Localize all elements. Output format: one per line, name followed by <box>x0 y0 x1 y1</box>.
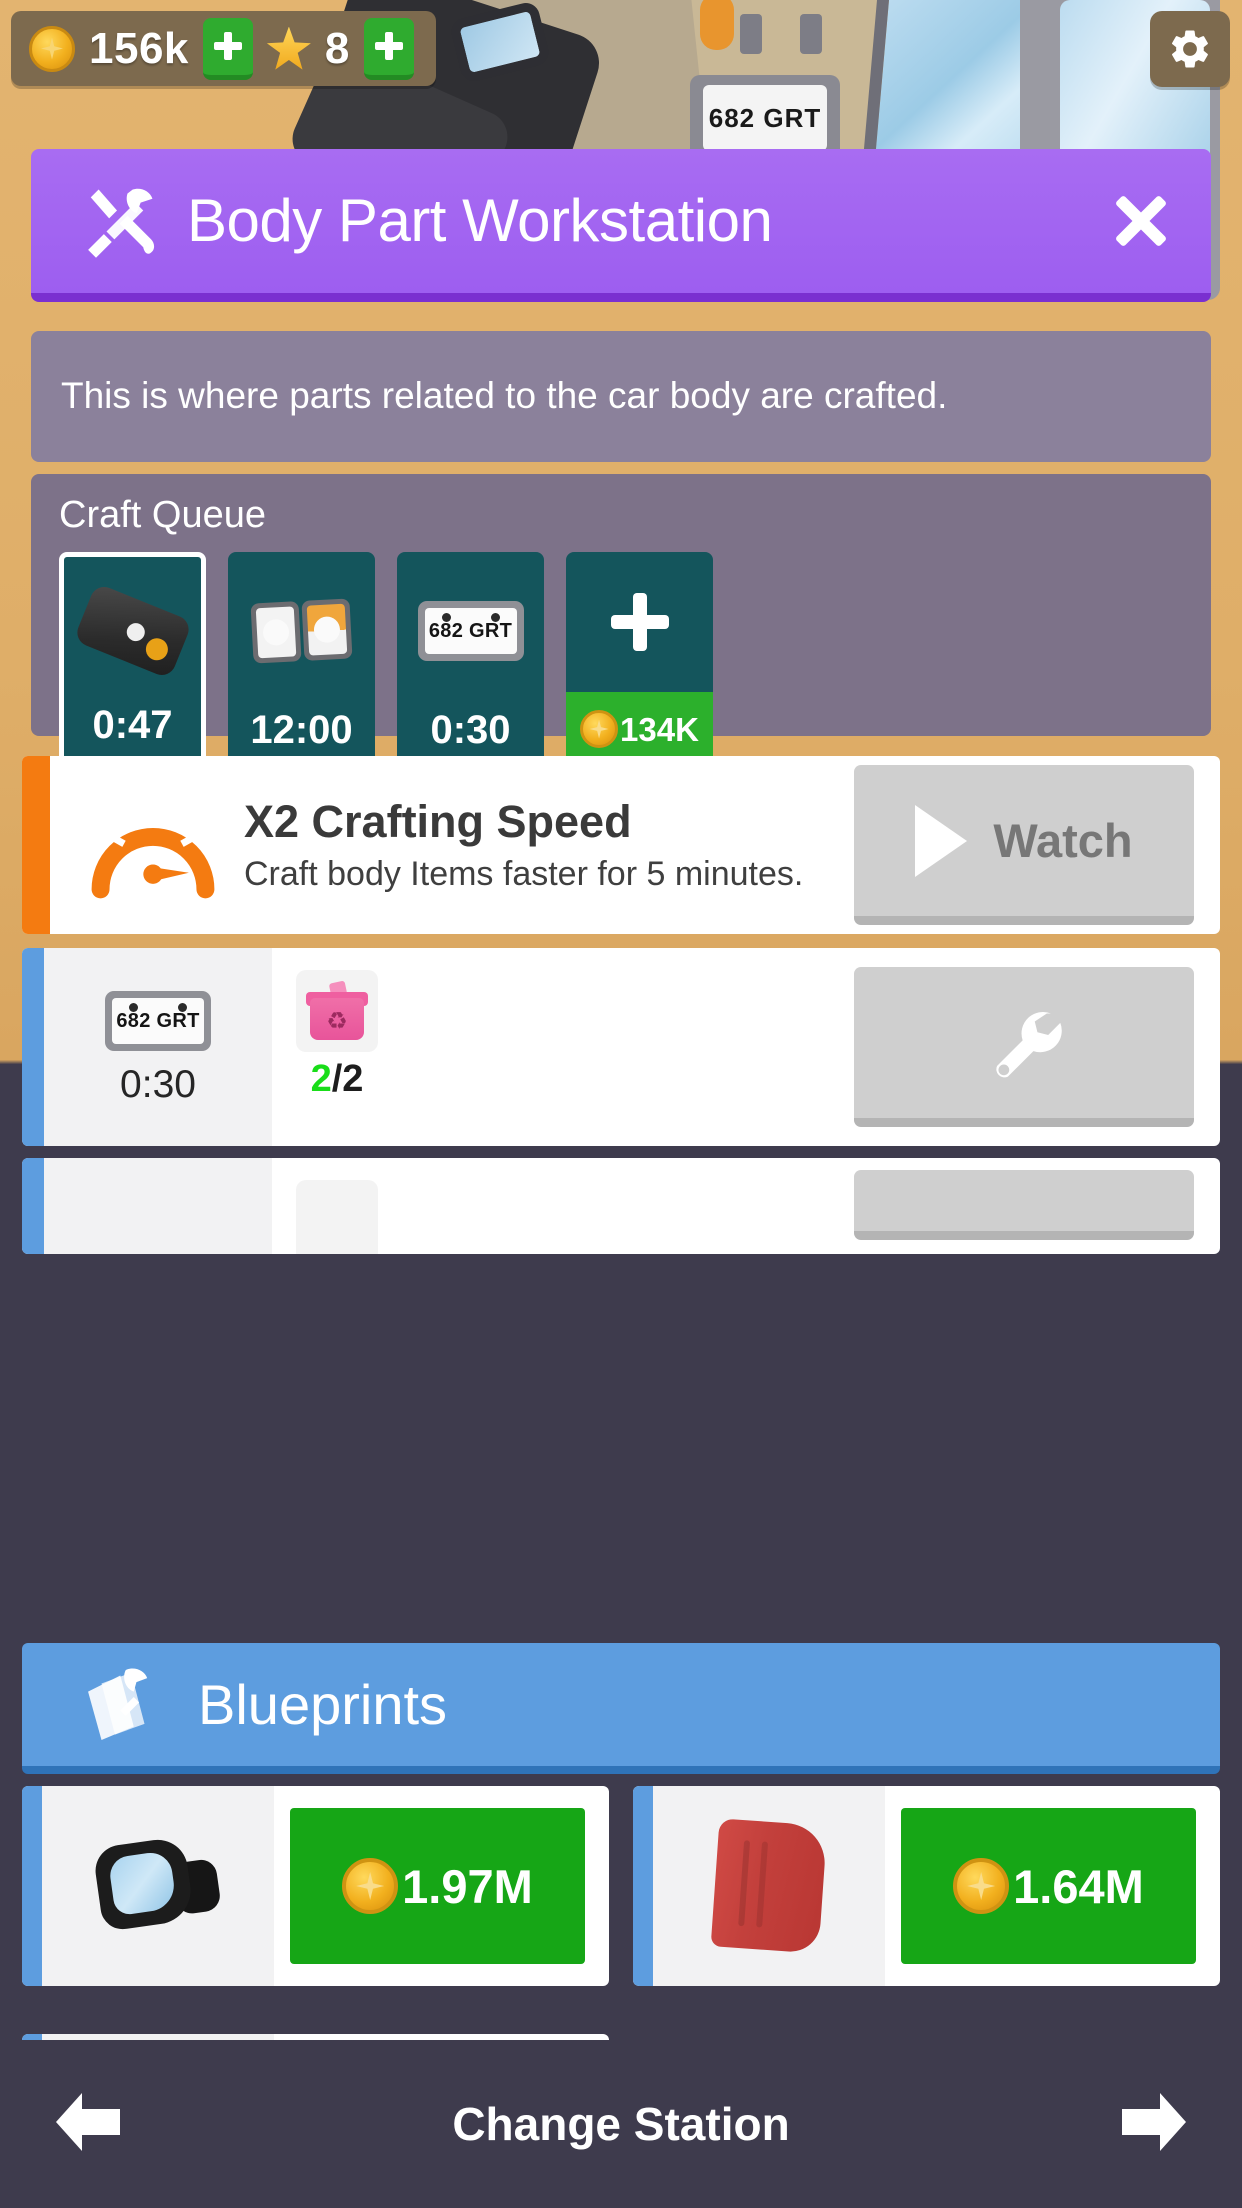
blueprint-accent-bar <box>633 1786 653 1986</box>
headlights-icon <box>228 552 375 710</box>
material: ♻ 2/2 <box>296 970 378 1098</box>
coin-icon <box>580 710 619 748</box>
speedometer-icon <box>84 790 222 900</box>
material-icon <box>296 1180 378 1254</box>
bg-bolt <box>800 14 822 54</box>
blueprint-accent-bar <box>22 1786 42 1986</box>
recipe-item <box>44 1158 272 1254</box>
material-count: 2/2 <box>311 1060 364 1098</box>
coin-amount: 156k <box>89 23 189 73</box>
change-station-label: Change Station <box>452 2098 790 2150</box>
previous-station-button[interactable] <box>32 2069 142 2179</box>
workstation-modal: Body Part Workstation This is where part… <box>0 96 1242 2208</box>
description-panel: This is where parts related to the car b… <box>31 331 1211 462</box>
blueprint-price: 1.64M <box>1013 1859 1144 1913</box>
recipe-craft-time: 0:30 <box>120 1062 196 1106</box>
close-icon[interactable] <box>1101 181 1181 261</box>
description-text: This is where parts related to the car b… <box>61 375 948 417</box>
craft-queue-panel: Craft Queue 0:47 12:00 682 GRT 0:30 134K <box>31 474 1211 772</box>
plate-text: 682 GRT <box>424 608 517 654</box>
craft-queue-row: 0:47 12:00 682 GRT 0:30 134K <box>59 552 1183 772</box>
blueprint-card[interactable]: 1.97M <box>22 1786 609 1986</box>
gear-icon <box>1167 26 1213 72</box>
recipe-materials <box>272 1158 378 1254</box>
watch-ad-button[interactable]: Watch <box>854 765 1194 925</box>
blueprints-title: Blueprints <box>198 1672 448 1736</box>
bg-indicator-light <box>700 0 734 50</box>
wiper-blade-icon <box>64 557 201 705</box>
coin-icon <box>29 25 75 72</box>
material-separator: / <box>331 1058 343 1100</box>
coin-icon <box>342 1858 399 1914</box>
recipe-row[interactable] <box>22 1158 1220 1254</box>
craft-button[interactable] <box>854 1170 1194 1240</box>
boost-title: X2 Crafting Speed <box>244 795 632 847</box>
boost-text: X2 Crafting Speed Craft body Items faste… <box>244 797 854 894</box>
star-amount: 8 <box>324 23 350 73</box>
blueprints-header: Blueprints <box>22 1643 1220 1774</box>
settings-button[interactable] <box>1150 11 1230 87</box>
craft-queue-title: Craft Queue <box>59 494 266 536</box>
add-coins-button[interactable] <box>202 17 253 80</box>
panel-header: Body Part Workstation <box>31 149 1211 302</box>
currency-hud: 156k 8 <box>11 11 436 86</box>
blueprint-card[interactable]: 1.64M <box>633 1786 1220 1986</box>
queue-slot[interactable]: 682 GRT 0:30 <box>397 552 544 772</box>
add-queue-slot-button[interactable]: 134K <box>566 552 713 772</box>
star-icon <box>266 26 311 70</box>
craft-button[interactable] <box>854 967 1194 1127</box>
hammer-wrench-icon <box>75 179 159 263</box>
boost-subtitle: Craft body Items faster for 5 minutes. <box>244 855 804 894</box>
recipe-accent-bar <box>22 1158 44 1254</box>
next-station-button[interactable] <box>1100 2069 1210 2179</box>
blueprint-price: 1.97M <box>402 1859 533 1913</box>
queue-slot[interactable]: 0:47 <box>59 552 206 772</box>
watch-button-label: Watch <box>993 814 1133 867</box>
plate-text: 682 GRT <box>112 997 204 1044</box>
recipe-row[interactable]: 682 GRT 0:30 ♻ 2/2 <box>22 948 1220 1146</box>
add-stars-button[interactable] <box>363 17 414 80</box>
boost-card: X2 Crafting Speed Craft body Items faste… <box>22 756 1220 934</box>
bottom-nav-bar: Change Station <box>0 2040 1242 2208</box>
recipe-accent-bar <box>22 948 44 1146</box>
play-icon <box>915 804 968 877</box>
material-have: 2 <box>310 1058 332 1100</box>
blueprints-grid: 1.97M 1.64M <box>22 1786 1220 2016</box>
recipe-materials: ♻ 2/2 <box>272 948 378 1146</box>
boost-accent-bar <box>22 756 50 934</box>
recipe-item: 682 GRT 0:30 <box>44 948 272 1146</box>
scrap-bin-icon: ♻ <box>296 970 378 1052</box>
arrow-right-icon <box>1116 2089 1194 2160</box>
blueprints-icon <box>80 1662 166 1748</box>
add-slot-price-value: 134K <box>620 710 699 748</box>
page-title: Body Part Workstation <box>187 187 773 254</box>
material <box>296 1180 378 1254</box>
plus-icon <box>566 552 713 692</box>
license-plate-icon: 682 GRT <box>105 990 211 1051</box>
license-plate-icon: 682 GRT <box>397 552 544 710</box>
side-mirror-icon <box>42 1786 274 1986</box>
fender-icon <box>653 1786 885 1986</box>
wrench-icon <box>981 1000 1067 1086</box>
material-need: 2 <box>342 1058 364 1100</box>
arrow-left-icon <box>48 2089 126 2160</box>
coin-icon <box>953 1858 1010 1914</box>
blueprint-buy-button[interactable]: 1.64M <box>901 1808 1196 1964</box>
blueprint-buy-button[interactable]: 1.97M <box>290 1808 585 1964</box>
bg-bolt <box>740 14 762 54</box>
queue-slot[interactable]: 12:00 <box>228 552 375 772</box>
